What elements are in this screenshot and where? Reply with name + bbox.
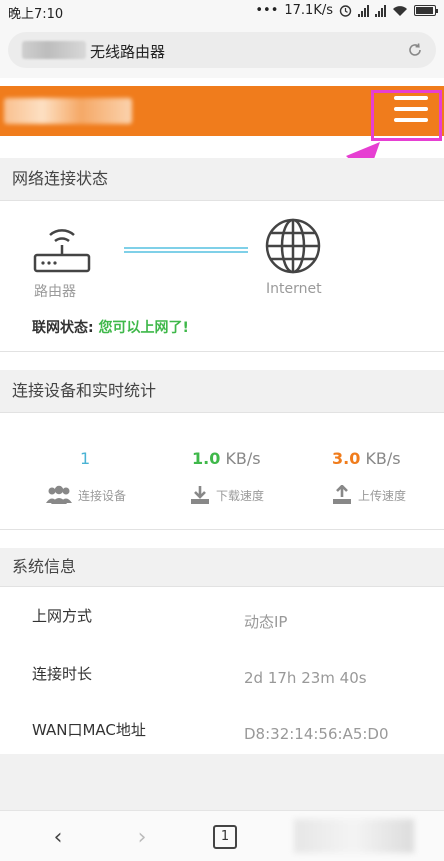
section-devices-title: 连接设备和实时统计	[0, 370, 444, 412]
router-label: 路由器	[34, 284, 76, 300]
status-value: 您可以上网了!	[98, 320, 189, 336]
reload-icon[interactable]	[406, 41, 424, 59]
upload-label: 上传速度	[358, 488, 407, 503]
row-value-connection-type: 动态IP	[244, 613, 288, 631]
blurred-logo	[4, 98, 132, 124]
battery-icon	[414, 5, 438, 16]
system-info-card: 上网方式 动态IP 连接时长 2d 17h 23m 40s WAN口MAC地址 …	[0, 586, 444, 754]
users-icon	[46, 485, 72, 504]
row-label-uptime: 连接时长	[32, 665, 93, 683]
blurred-address	[22, 41, 86, 59]
download-icon	[191, 486, 209, 504]
globe-icon	[265, 218, 321, 274]
browser-bottom-nav: ‹ › 1	[0, 810, 444, 861]
download-value: 1.0	[192, 449, 221, 468]
upload-icon	[333, 485, 351, 504]
forward-button[interactable]: ›	[128, 823, 156, 851]
wifi-icon	[393, 5, 407, 16]
network-speed: 17.1K/s	[284, 3, 333, 18]
connected-count: 1	[80, 449, 91, 468]
section-system-title: 系统信息	[0, 548, 444, 586]
download-speed-link[interactable]: 下载速度	[190, 485, 264, 505]
page-title: 无线路由器	[90, 43, 166, 61]
router-icon	[33, 229, 91, 273]
upload-value: 3.0	[332, 449, 361, 468]
browser-url-bar: 无线路由器	[0, 22, 444, 78]
upload-speed-link[interactable]: 上传速度	[332, 485, 406, 505]
network-status-card: 路由器 Internet 联网状态: 您可以上网了!	[0, 200, 444, 352]
connection-status: 联网状态: 您可以上网了!	[32, 317, 189, 337]
back-button[interactable]: ‹	[44, 823, 72, 851]
row-label-wan-mac: WAN口MAC地址	[32, 721, 146, 739]
status-bar: 晚上7:10 ••• 17.1K/s	[0, 0, 444, 22]
row-value-wan-mac: D8:32:14:56:A5:D0	[244, 725, 389, 743]
status-icons: ••• 17.1K/s	[255, 3, 438, 18]
section-network-title: 网络连接状态	[0, 158, 444, 200]
row-label-connection-type: 上网方式	[32, 607, 93, 625]
page-footer-space	[0, 754, 444, 810]
connection-line	[124, 247, 248, 253]
tabs-button[interactable]: 1	[213, 825, 237, 849]
download-stat: 1.0 KB/s	[192, 449, 261, 468]
status-label: 联网状态:	[32, 320, 94, 336]
status-time: 晚上7:10	[8, 7, 64, 22]
internet-label: Internet	[266, 281, 322, 297]
download-label: 下载速度	[216, 488, 265, 503]
alarm-icon	[339, 5, 352, 17]
signal-icon-2	[375, 4, 386, 17]
device-stats-card: 1 1.0 KB/s 3.0 KB/s 连接设备 下载速度 上传速度	[0, 412, 444, 530]
upload-stat: 3.0 KB/s	[332, 449, 401, 468]
connected-devices-link[interactable]: 连接设备	[46, 485, 126, 505]
download-unit: KB/s	[225, 449, 261, 468]
notification-dots: •••	[255, 3, 279, 18]
upload-unit: KB/s	[365, 449, 401, 468]
row-value-uptime: 2d 17h 23m 40s	[244, 669, 367, 687]
blurred-nav-area	[294, 819, 414, 853]
signal-icon	[358, 4, 369, 17]
connected-label: 连接设备	[78, 488, 127, 503]
address-field[interactable]: 无线路由器	[8, 32, 436, 68]
